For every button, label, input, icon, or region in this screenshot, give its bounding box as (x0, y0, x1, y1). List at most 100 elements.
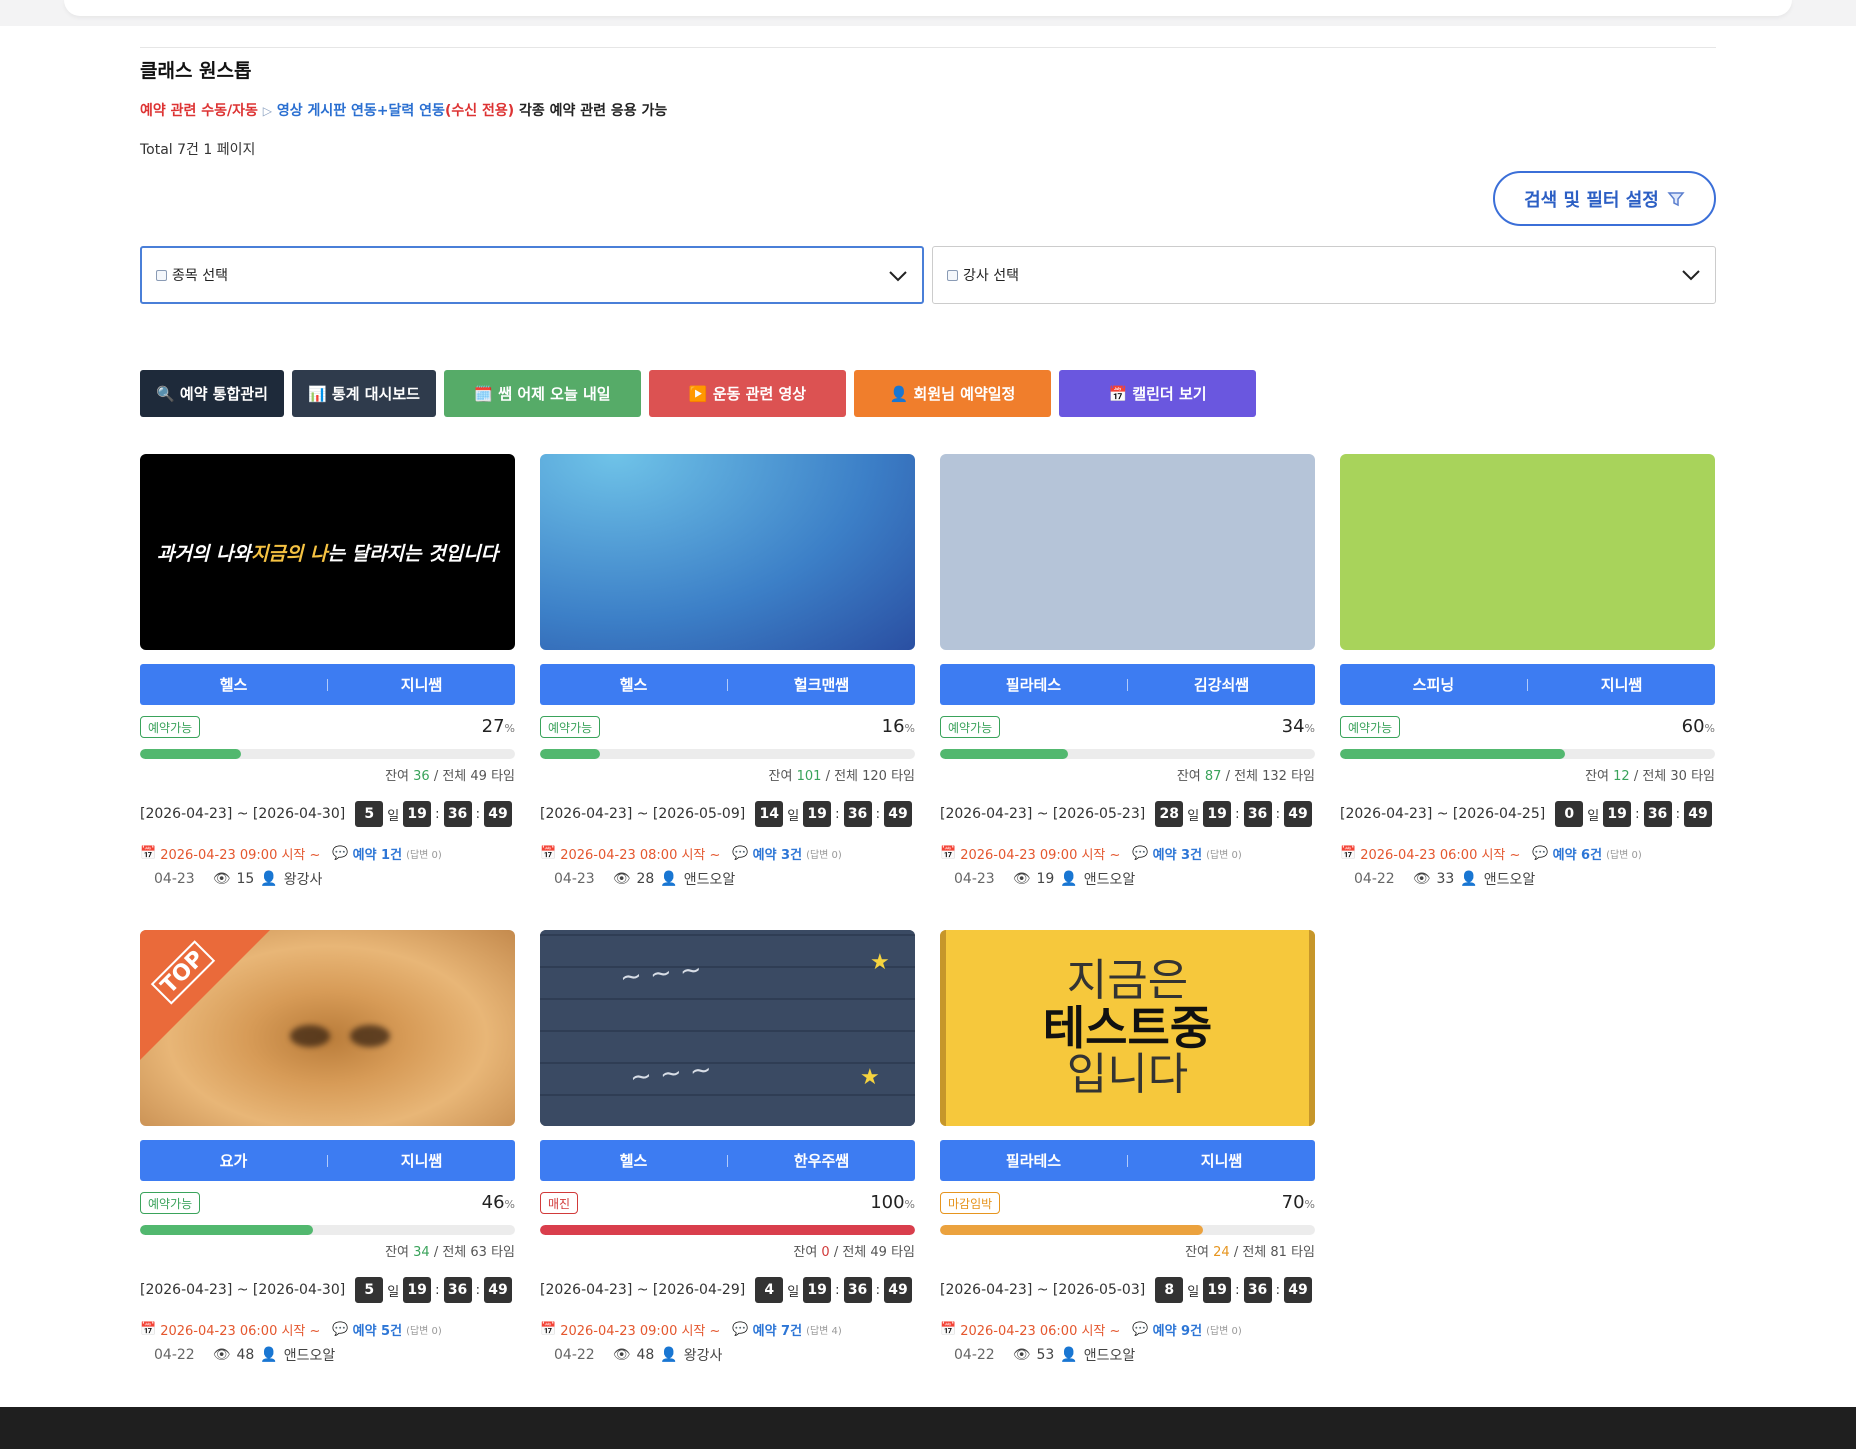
category-label: 요가 (219, 1152, 248, 1170)
countdown-hours: 19 (1203, 801, 1232, 827)
comment-icon: 💬 (1132, 1322, 1149, 1337)
card-thumbnail[interactable] (540, 454, 915, 650)
day-unit: 일 (1587, 808, 1600, 824)
author-name[interactable]: 왕강사 (684, 1345, 723, 1365)
countdown-minutes: 36 (1243, 1277, 1272, 1303)
colon: : (435, 806, 440, 822)
card-thumbnail[interactable]: TOP (140, 930, 515, 1126)
countdown-minutes: 36 (1643, 801, 1672, 827)
calendar-view-button[interactable]: 📅 캘린더 보기 (1059, 370, 1256, 417)
fill-percent: 100% (870, 1192, 915, 1213)
countdown-row: [2026-04-23] ~ [2026-04-25] 0 일 19 : 36 … (1340, 800, 1712, 828)
view-count: 48 (636, 1347, 655, 1363)
countdown-hours: 19 (803, 801, 832, 827)
author-name[interactable]: 앤드오알 (1084, 1345, 1136, 1365)
answer-count: (답변 4) (806, 1326, 842, 1337)
countdown-minutes: 36 (443, 801, 472, 827)
reservation-count[interactable]: 예약 6건 (1553, 844, 1602, 863)
author-name[interactable]: 앤드오알 (284, 1345, 336, 1365)
progress-bar (940, 1225, 1315, 1235)
author-name[interactable]: 왕강사 (284, 869, 323, 889)
remain-count: 101 (796, 769, 822, 784)
colon: : (1275, 806, 1280, 822)
schedule-info: 📅 2026-04-23 09:00 시작 ~ 💬 예약 3건 (답변 0) (940, 844, 1242, 863)
reservation-count[interactable]: 예약 3건 (753, 844, 802, 863)
status-badge: 예약가능 (140, 1192, 201, 1214)
remaining-slots: 잔여 24 / 전체 81 타임 (1185, 1241, 1315, 1260)
search-filter-button[interactable]: 검색 및 필터 설정 (1493, 171, 1716, 226)
post-meta: 04-22 👁 53 👤 앤드오알 (954, 1345, 1135, 1365)
post-date: 04-22 (554, 1347, 595, 1363)
status-badge: 매진 (540, 1192, 579, 1214)
countdown-seconds: 49 (483, 801, 512, 827)
remain-label: 잔여 (385, 1245, 414, 1260)
class-card[interactable]: 지금은 테스트중 입니다 필라테스 지니쌤 마감임박 70% 잔여 24 / 전… (940, 930, 1315, 1370)
calendar-icon: 📅 (140, 846, 157, 861)
author-name[interactable]: 앤드오알 (1084, 869, 1136, 889)
percent-unit: % (504, 1198, 515, 1211)
exercise-video-button[interactable]: ▶️ 운동 관련 영상 (649, 370, 846, 417)
remain-count: 0 (821, 1245, 830, 1260)
class-card[interactable]: 필라테스 김강쇠쌤 예약가능 34% 잔여 87 / 전체 132 타임 [20… (940, 454, 1315, 894)
remain-count: 24 (1213, 1245, 1230, 1260)
progress-fill (1340, 749, 1565, 759)
remain-count: 34 (413, 1245, 430, 1260)
reservation-count[interactable]: 예약 9건 (1153, 1320, 1202, 1339)
progress-fill (940, 749, 1068, 759)
class-card[interactable]: 과거의 나와 지금의 나는 달라지는 것입니다 헬스 지니쌤 예약가능 27% … (140, 454, 515, 894)
user-icon: 👤 (260, 1347, 278, 1363)
colon: : (435, 1282, 440, 1298)
schedule-info: 📅 2026-04-23 08:00 시작 ~ 💬 예약 3건 (답변 0) (540, 844, 842, 863)
percent-unit: % (1704, 722, 1715, 735)
remaining-slots: 잔여 36 / 전체 49 타임 (385, 765, 515, 784)
divider (140, 47, 1716, 48)
progress-bar (1340, 749, 1715, 759)
class-card[interactable]: 헬스 헐크맨쌤 예약가능 16% 잔여 101 / 전체 120 타임 [202… (540, 454, 915, 894)
category-select[interactable]: 종목 선택 (140, 246, 924, 304)
stats-dashboard-button[interactable]: 📊 통계 대시보드 (292, 370, 436, 417)
card-thumbnail[interactable]: 과거의 나와 지금의 나는 달라지는 것입니다 (140, 454, 515, 650)
progress-fill (940, 1225, 1203, 1235)
class-card[interactable]: TOP 요가 지니쌤 예약가능 46% 잔여 34 / 전체 63 타임 [20… (140, 930, 515, 1370)
teacher-schedule-button[interactable]: 🗓️ 쌤 어제 오늘 내일 (444, 370, 641, 417)
card-thumbnail[interactable]: 지금은 테스트중 입니다 (940, 930, 1315, 1126)
reservation-count[interactable]: 예약 3건 (1153, 844, 1202, 863)
post-meta: 04-23 👁 19 👤 앤드오알 (954, 869, 1135, 889)
reservation-count[interactable]: 예약 7건 (753, 1320, 802, 1339)
comment-icon: 💬 (732, 1322, 749, 1337)
percent-value: 27 (481, 716, 505, 737)
post-meta: 04-22 👁 48 👤 왕강사 (554, 1345, 722, 1365)
schedule-info: 📅 2026-04-23 06:00 시작 ~ 💬 예약 5건 (답변 0) (140, 1320, 442, 1339)
countdown-hours: 19 (403, 1277, 432, 1303)
countdown-minutes: 36 (843, 801, 872, 827)
category-label: 필라테스 (1005, 1152, 1062, 1170)
card-thumbnail[interactable] (940, 454, 1315, 650)
post-date: 04-23 (954, 871, 995, 887)
reservation-count[interactable]: 예약 1건 (353, 844, 402, 863)
remaining-slots: 잔여 12 / 전체 30 타임 (1585, 765, 1715, 784)
class-card[interactable]: 스피닝 지니쌤 예약가능 60% 잔여 12 / 전체 30 타임 [2026-… (1340, 454, 1715, 894)
view-count: 15 (236, 871, 255, 887)
day-unit: 일 (787, 1284, 800, 1300)
card-thumbnail[interactable] (1340, 454, 1715, 650)
card-thumbnail[interactable]: ~ ~ ~ ~ ~ ~ ★ ★ (540, 930, 915, 1126)
category-label: 헬스 (219, 676, 248, 694)
author-name[interactable]: 앤드오알 (1484, 869, 1536, 889)
date-range: [2026-04-23] ~ [2026-04-30] (140, 806, 346, 822)
percent-unit: % (904, 722, 915, 735)
reservation-manage-button[interactable]: 🔍 예약 통합관리 (140, 370, 284, 417)
author-name[interactable]: 앤드오알 (684, 869, 736, 889)
class-card[interactable]: ~ ~ ~ ~ ~ ~ ★ ★ 헬스 한우주쌤 매진 100% 잔여 0 / 전… (540, 930, 915, 1370)
percent-value: 60 (1681, 716, 1705, 737)
remain-label: 잔여 (385, 769, 414, 784)
countdown-row: [2026-04-23] ~ [2026-05-23] 28 일 19 : 36… (940, 800, 1312, 828)
remain-label: 잔여 (1585, 769, 1614, 784)
user-icon: 👤 (1460, 871, 1478, 887)
teacher-select[interactable]: 강사 선택 (932, 246, 1716, 304)
member-schedule-button[interactable]: 👤 회원님 예약일정 (854, 370, 1051, 417)
post-date: 04-22 (154, 1347, 195, 1363)
date-range: [2026-04-23] ~ [2026-05-03] (940, 1282, 1146, 1298)
start-time: 2026-04-23 06:00 시작 ~ (960, 1324, 1121, 1339)
view-count: 48 (236, 1347, 255, 1363)
reservation-count[interactable]: 예약 5건 (353, 1320, 402, 1339)
